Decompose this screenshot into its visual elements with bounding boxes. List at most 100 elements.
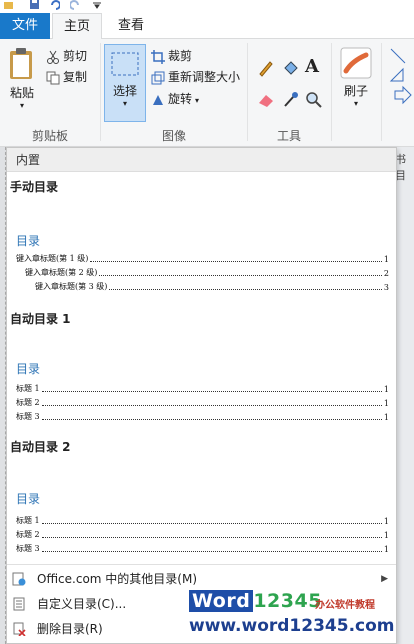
brushes-button[interactable]: 刷子 ▾ [338,47,374,108]
toc-line-text: 标题 2 [16,530,40,539]
rotate-label: 旋转 [168,92,193,106]
toc-line: 标题 1 1 [16,382,389,394]
quick-access-toolbar [0,0,414,13]
toc-line-text: 键入章标题(第 1 级) [16,254,89,263]
tab-view[interactable]: 查看 [106,13,156,39]
select-label: 选择 [112,84,137,98]
crop-label: 裁剪 [168,49,193,63]
chevron-down-icon: ▾ [195,96,200,105]
copy-icon [46,71,60,84]
cut-label: 剪切 [63,49,88,63]
selection-rect-icon [111,52,139,76]
toc-line: 标题 3 1 [16,542,389,554]
crop-icon [151,49,165,64]
globe-doc-icon [12,572,26,586]
document-peek-text: 书目 [395,153,406,182]
toc-line-page: 1 [383,399,389,408]
paste-label: 粘贴 [9,86,34,100]
chevron-right-icon: ▶ [381,574,388,584]
toc-line-text: 标题 1 [16,516,40,525]
pencil-icon[interactable] [257,59,275,77]
rotate-icon [153,94,163,105]
tab-file[interactable]: 文件 [0,13,50,39]
toc-line-page: 1 [383,385,389,394]
shapes-icon[interactable] [389,47,414,107]
toc-heading: 目录 [16,492,41,506]
toc-line: 标题 2 1 [16,528,389,540]
ribbon: 粘贴 ▾ 剪切 复制 剪贴板 选择 ▾ 裁剪 重新调整大小 旋转 ▾ 图像 A 工… [0,39,414,147]
watermark: Word 12345 办公软件教程 www.word12345.com [189,590,411,640]
delete-doc-icon [13,622,26,636]
toc-line-text: 标题 1 [16,384,40,393]
toc-line-text: 标题 2 [16,398,40,407]
chevron-down-icon: ▾ [122,99,127,108]
toc-line: 键入章标题(第 2 级) 2 [25,266,389,278]
watermark-brand-number: 12345 [253,590,322,612]
folder-icon[interactable] [4,0,14,10]
toc-line-page: 1 [383,517,389,526]
custom-toc-label: 自定义目录(C)... [37,597,127,611]
resize-button[interactable]: 重新调整大小 [151,67,240,87]
color-picker-icon[interactable] [282,91,300,109]
toc-line-page: 2 [383,269,389,278]
watermark-brand-word: Word [189,590,254,612]
scissors-icon [47,50,59,64]
chevron-down-icon: ▾ [353,99,358,108]
watermark-tagline: 办公软件教程 [315,600,375,611]
entry-title: 自动目录 1 [10,312,71,326]
toc-heading: 目录 [16,234,41,248]
image-group-label: 图像 [161,129,186,143]
fill-bucket-icon[interactable] [282,59,300,77]
watermark-brand: Word 12345 [189,590,322,616]
entry-title: 自动目录 2 [10,440,71,454]
ribbon-tabs: 文件 主页 查看 [0,13,414,40]
entry-title: 手动目录 [10,180,59,194]
toc-line-text: 键入章标题(第 2 级) [25,268,98,277]
remove-toc-label: 删除目录(R) [37,622,103,636]
text-tool-icon[interactable]: A [305,56,319,77]
redo-icon[interactable] [70,0,80,10]
brushes-label: 刷子 [343,84,368,98]
eraser-icon[interactable] [257,91,275,109]
magnifier-icon[interactable] [305,91,323,109]
save-icon[interactable] [30,0,40,10]
resize-label: 重新调整大小 [168,70,241,84]
copy-button[interactable]: 复制 [46,67,87,87]
select-button[interactable]: 选择 ▾ [104,44,146,122]
gallery-header: 内置 [7,148,396,172]
toc-line: 标题 2 1 [16,396,389,408]
tab-home[interactable]: 主页 [52,13,102,40]
rotate-button[interactable]: 旋转 ▾ [151,89,199,109]
document-list-icon [13,597,25,611]
cut-button[interactable]: 剪切 [46,46,87,66]
toc-line-page: 1 [383,255,389,264]
toc-line: 标题 1 1 [16,514,389,526]
toc-gallery-dropdown: 内置 手动目录 目录 键入章标题(第 1 级) 1 键入章标题(第 2 级) 2 键… [6,147,397,644]
toc-heading: 目录 [16,362,41,376]
paste-button[interactable]: 粘贴 ▾ [4,47,40,110]
toc-line-text: 标题 3 [16,412,40,421]
toc-line-page: 1 [383,413,389,422]
undo-icon[interactable] [50,0,60,10]
toc-line: 键入章标题(第 3 级) 3 [35,280,389,292]
more-tocs-menu-item[interactable]: Office.com 中的其他目录(M) ▶ [7,567,396,591]
toc-line-page: 1 [383,545,389,554]
toc-line-page: 3 [383,283,389,292]
toc-line: 标题 3 1 [16,410,389,422]
brush-icon [340,47,372,79]
chevron-down-icon: ▾ [19,101,24,110]
copy-label: 复制 [63,70,88,84]
resize-icon [151,71,165,84]
toc-line-page: 1 [383,531,389,540]
group-divider [381,43,382,141]
more-tocs-label: Office.com 中的其他目录(M) [37,572,198,586]
customize-qat-icon[interactable] [92,0,102,10]
toc-line-text: 标题 3 [16,544,40,553]
tools-group-label: 工具 [276,129,301,143]
toc-line: 键入章标题(第 1 级) 1 [16,252,389,264]
clipboard-group-label: 剪贴板 [31,129,68,143]
toc-line-text: 键入章标题(第 3 级) [35,282,108,291]
toc-gallery-list: 手动目录 目录 键入章标题(第 1 级) 1 键入章标题(第 2 级) 2 键入章标… [7,172,396,564]
crop-button[interactable]: 裁剪 [151,46,192,66]
group-divider [331,43,332,141]
